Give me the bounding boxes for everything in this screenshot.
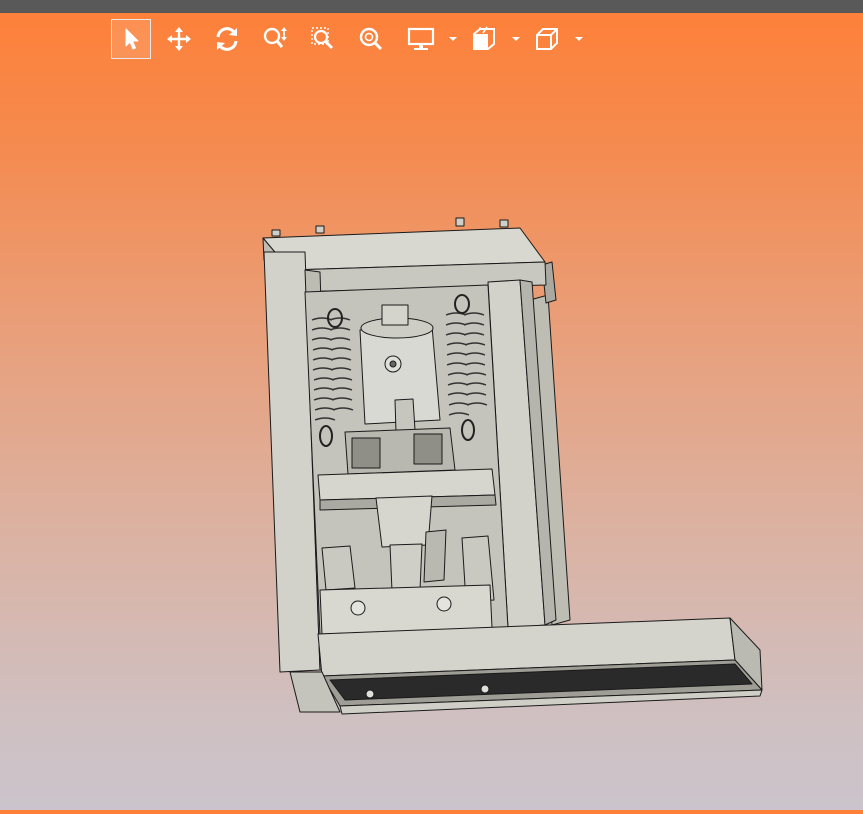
display-mode-button[interactable] — [401, 19, 441, 59]
pan-move-icon — [167, 27, 191, 51]
display-mode-icon — [407, 27, 435, 50]
section-view-button[interactable] — [464, 19, 504, 59]
zoom-in-out-icon — [263, 27, 287, 48]
select-tool-button[interactable] — [111, 19, 151, 59]
rotate-icon — [216, 27, 238, 51]
chevron-down-icon — [512, 37, 520, 41]
pan-tool-button[interactable] — [159, 19, 199, 59]
zoom-fit-icon — [359, 27, 383, 51]
zoom-fit-button[interactable] — [351, 19, 391, 59]
display-mode-dropdown-arrow[interactable] — [448, 34, 458, 44]
zoom-window-button[interactable] — [303, 19, 343, 59]
zoom-tool-button[interactable] — [255, 19, 295, 59]
chevron-down-icon — [449, 37, 457, 41]
chevron-down-icon — [575, 37, 583, 41]
3d-viewport[interactable] — [0, 60, 863, 810]
cad-model[interactable] — [0, 60, 863, 810]
window-title-bar — [0, 0, 863, 13]
zoom-window-icon — [311, 27, 334, 50]
rotate-tool-button[interactable] — [207, 19, 247, 59]
view-orientation-dropdown-arrow[interactable] — [574, 34, 584, 44]
section-view-dropdown-arrow[interactable] — [511, 34, 521, 44]
select-pointer-icon — [125, 28, 139, 50]
view-orientation-button[interactable] — [527, 19, 567, 59]
view-orientation-cube-icon — [536, 28, 558, 50]
section-view-icon — [473, 26, 495, 50]
